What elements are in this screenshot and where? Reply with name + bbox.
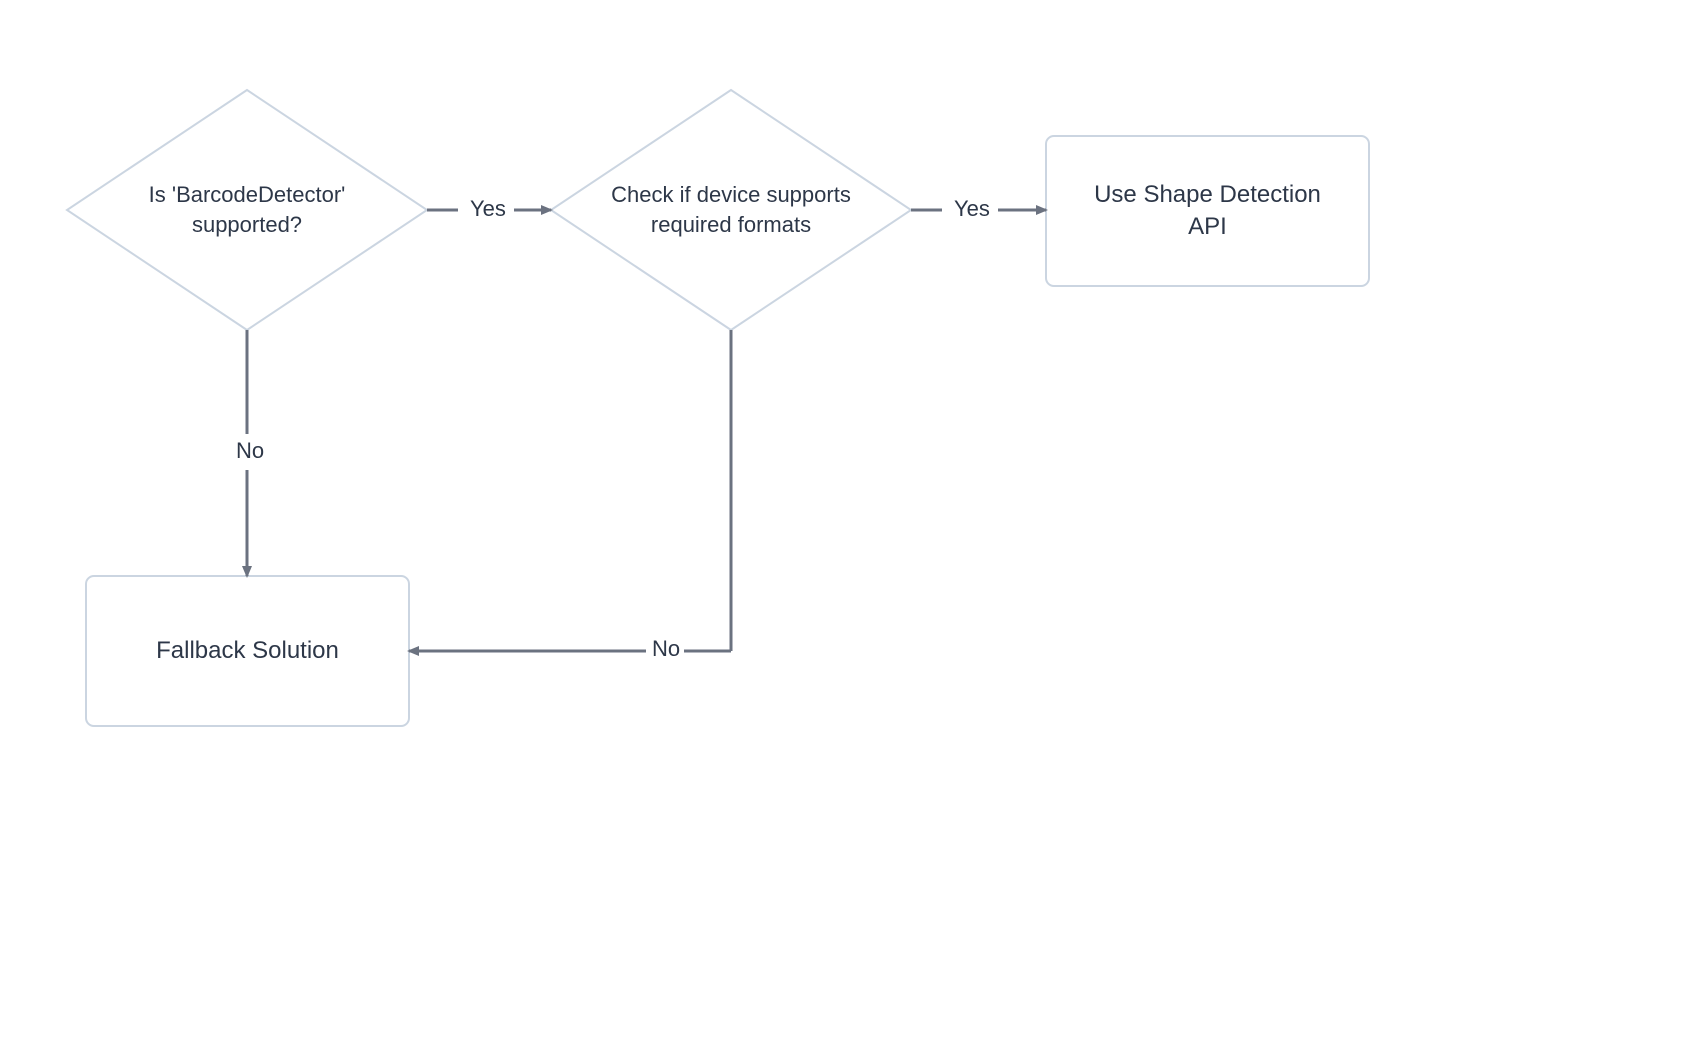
edge-no-2 — [409, 330, 731, 651]
decision-barcode-detector — [67, 90, 427, 330]
flowchart-canvas — [0, 0, 1700, 1058]
decision-device-formats — [551, 90, 911, 330]
process-use-shape-api — [1046, 136, 1369, 286]
process-fallback — [86, 576, 409, 726]
